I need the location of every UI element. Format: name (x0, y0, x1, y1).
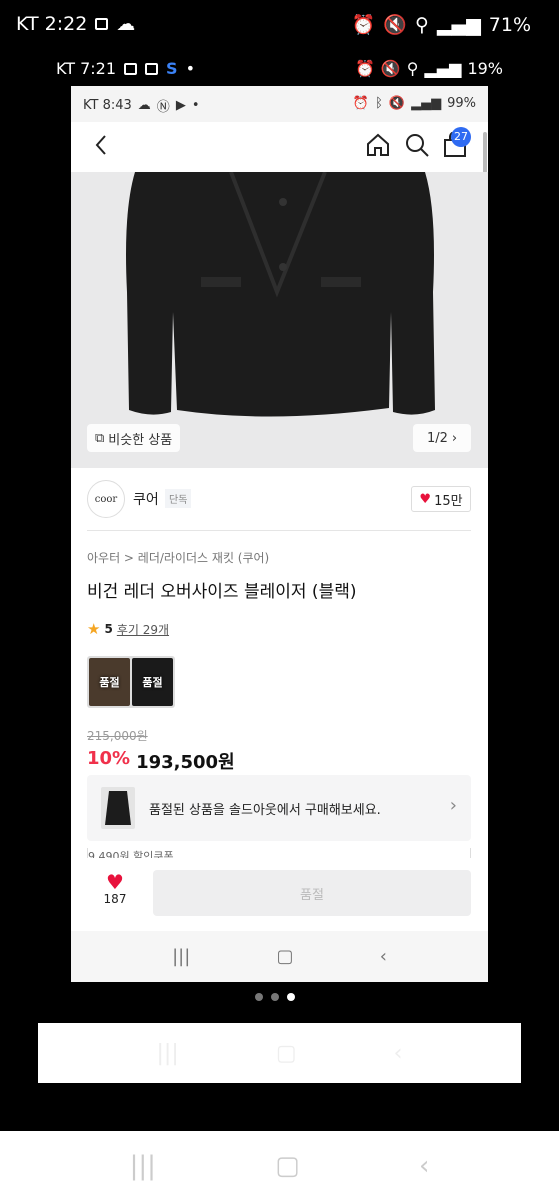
wishlist-button[interactable]: ♥ 187 (97, 872, 133, 906)
inner-navigation-bar: ||| ▢ ‹ (71, 931, 488, 982)
alarm-icon: ⏰ (352, 96, 370, 111)
breadcrumb[interactable]: 아우터 > 레더/라이더스 재킷 (쿠어) (87, 549, 269, 566)
recent-apps-icon[interactable]: ||| (130, 1151, 156, 1181)
inner-battery: 99% (447, 96, 476, 111)
signal-icon: ▂▄▆ (411, 96, 442, 111)
dot-icon: • (185, 59, 196, 78)
sale-price: 193,500원 (136, 752, 235, 773)
swatch-soldout-label: 품절 (142, 676, 163, 689)
back-icon[interactable]: ‹ (380, 946, 387, 967)
heart-icon: ♥ (106, 870, 124, 894)
inner-status-bar: KT 8:43 ☁ Ⓝ ▶ • ⏰ ᛒ 🔇 ▂▄▆ 99% (71, 86, 488, 122)
soldout-banner[interactable]: 품절된 상품을 솔드아웃에서 구매해보세요. › (87, 775, 471, 841)
star-icon: ★ (87, 620, 101, 638)
s-app-icon: S (166, 59, 178, 78)
mute-icon: 🔇 (380, 59, 401, 78)
brand-name[interactable]: 쿠어 (133, 489, 159, 509)
brand-like-count: 15만 (434, 493, 463, 509)
system-navigation-bar: ||| ▢ ‹ (0, 1131, 559, 1200)
swatch-soldout-label: 품절 (99, 676, 120, 689)
soldout-thumbnail (101, 787, 135, 829)
chevron-right-icon: › (449, 795, 457, 816)
cloud-icon: ☁ (137, 98, 151, 113)
cloud-icon: ☁ (116, 13, 136, 35)
signal-icon: ▂▄▆ (436, 13, 481, 36)
search-button[interactable] (404, 132, 430, 162)
back-icon: ‹ (393, 1040, 403, 1066)
home-button[interactable] (365, 132, 391, 162)
search-icon (406, 134, 429, 157)
coupon-row-partial: 9,490원 할인쿠폰 (87, 848, 471, 858)
carousel-dots (255, 993, 295, 1001)
outer-battery: 71% (488, 13, 531, 36)
similar-label: 비슷한 상품 (108, 432, 173, 448)
wishlist-count: 187 (103, 892, 127, 906)
news-icon (145, 62, 159, 75)
outer-status-bar: KT 2:22 ☁ ⏰ 🔇 ⚲ ▂▄▆ 71% (0, 0, 559, 50)
similar-products-button[interactable]: ⧉ 비슷한 상품 (87, 424, 181, 452)
page-indicator-text: 1/2 (426, 430, 448, 446)
home-circle-icon: ▢ (275, 1040, 297, 1066)
mute-icon: 🔇 (383, 14, 407, 36)
bluetooth-icon: ᛒ (375, 96, 383, 111)
image-page-indicator[interactable]: 1/2 › (413, 424, 471, 452)
home-circle-icon[interactable]: ▢ (275, 1151, 300, 1181)
signal-icon: ▂▄▆ (424, 59, 462, 78)
discount-rate: 10% (87, 748, 131, 769)
heart-icon: ♥ (419, 491, 432, 507)
top-nav: 27 (71, 122, 488, 172)
rating-value: 5 (104, 622, 113, 636)
soldout-banner-text: 품절된 상품을 솔드아웃에서 구매해보세요. (149, 803, 381, 818)
coupon-text: 9,490원 할인쿠폰 (88, 850, 174, 858)
rating-row: ★ 5 후기 29개 (87, 620, 169, 638)
brand-exclusive-tag: 단독 (165, 489, 192, 508)
back-button[interactable] (93, 132, 109, 162)
mute-icon: 🔇 (388, 96, 406, 111)
gallery-icon (124, 62, 138, 75)
original-price: 215,000원 (87, 729, 148, 743)
divider (87, 530, 471, 531)
outer-carrier-time: KT 2:22 (16, 13, 88, 35)
youtube-icon: ▶ (175, 98, 186, 113)
home-circle-icon[interactable]: ▢ (276, 946, 293, 967)
mid-battery: 19% (467, 59, 503, 78)
recent-apps-icon: ||| (156, 1040, 179, 1066)
dot-icon: • (191, 98, 200, 113)
review-link[interactable]: 후기 29개 (117, 621, 169, 638)
color-swatch-1[interactable]: 품절 (89, 658, 130, 706)
bottom-action-bar: ♥ 187 품절 (71, 858, 488, 928)
color-swatch-2[interactable]: 품절 (132, 658, 173, 706)
carousel-dot[interactable] (255, 993, 263, 1001)
faded-navigation-bar: ||| ▢ ‹ (38, 1023, 521, 1083)
soldout-buy-button[interactable]: 품절 (153, 870, 471, 916)
cart-count-badge: 27 (451, 127, 471, 147)
location-icon: ⚲ (406, 59, 419, 78)
brand-row[interactable]: coor 쿠어 단독 ♥ 15만 (71, 468, 488, 530)
brand-logo[interactable]: coor (87, 480, 125, 518)
back-icon[interactable]: ‹ (419, 1151, 429, 1181)
gallery-icon (95, 18, 109, 30)
sale-price-row: 10% 193,500원 (87, 748, 235, 774)
location-icon: ⚲ (415, 13, 429, 36)
carousel-dot-active[interactable] (287, 993, 295, 1001)
alarm-icon: ⏰ (354, 59, 375, 78)
mid-status-bar: KT 7:21 S • ⏰ 🔇 ⚲ ▂▄▆ 19% (0, 54, 559, 84)
product-image[interactable]: ⧉ 비슷한 상품 1/2 › (71, 172, 488, 468)
inner-phone-screen: KT 8:43 ☁ Ⓝ ▶ • ⏰ ᛒ 🔇 ▂▄▆ 99% 27 ⧉ 비슷한 상… (71, 86, 488, 982)
n-icon: Ⓝ (156, 100, 170, 115)
home-icon (367, 133, 389, 156)
mid-carrier-time: KT 7:21 (56, 59, 117, 78)
inner-carrier-time: KT 8:43 (83, 98, 132, 113)
recent-apps-icon[interactable]: ||| (172, 946, 190, 967)
product-title: 비건 레더 오버사이즈 블레이저 (블랙) (87, 582, 357, 602)
chevron-left-icon (95, 135, 106, 155)
brand-like-button[interactable]: ♥ 15만 (411, 486, 471, 512)
chevron-right-icon: › (451, 430, 458, 446)
similar-icon: ⧉ (95, 430, 105, 446)
color-options: 품절 품절 (87, 656, 175, 708)
alarm-icon: ⏰ (351, 14, 376, 36)
carousel-dot[interactable] (271, 993, 279, 1001)
